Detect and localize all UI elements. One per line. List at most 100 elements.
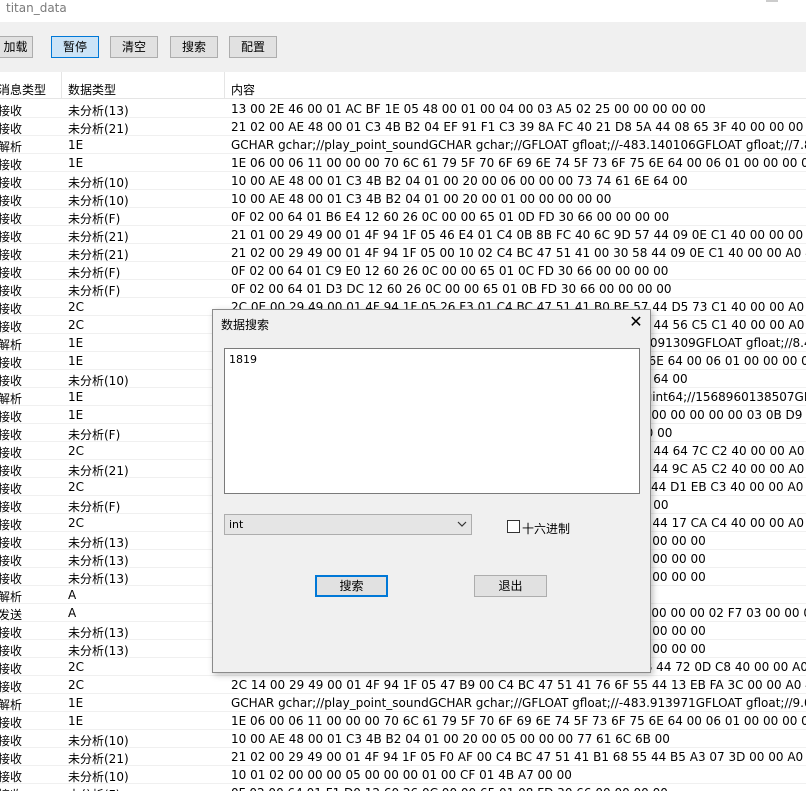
- data-type-cell: 1E: [68, 138, 84, 152]
- data-type-cell: 未分析(21): [68, 230, 129, 244]
- table-row[interactable]: 接收 1E 1E 06 00 06 11 00 00 00 70 6C 61 79 …: [0, 154, 806, 172]
- message-type-cell: 接收: [0, 626, 23, 640]
- table-row[interactable]: 解析 1E GCHAR gchar;//play_point_soundGCHAR …: [0, 136, 806, 154]
- data-type-cell: 2C: [68, 480, 85, 494]
- message-type-cell: 接收: [0, 374, 23, 388]
- content-cell: 2C 14 00 29 49 00 01 4F 94 1F 05 47 B9 0…: [231, 678, 806, 692]
- header-data-type[interactable]: 数据类型: [68, 81, 116, 98]
- window-title: titan_data: [6, 1, 67, 15]
- data-type-cell: 未分析(13): [68, 626, 129, 640]
- data-type-cell: 未分析(21): [68, 122, 129, 136]
- content-cell: 10 00 AE 48 00 01 C3 4B B2 04 01 00 20 0…: [231, 192, 612, 206]
- header-content[interactable]: 内容: [231, 81, 255, 98]
- data-type-cell: 未分析(10): [68, 194, 129, 208]
- data-type-cell: 未分析(13): [68, 644, 129, 658]
- hex-checkbox-label[interactable]: 十六进制: [522, 520, 570, 537]
- message-type-cell: 接收: [0, 212, 23, 226]
- data-type-cell: 未分析(F): [68, 786, 120, 791]
- content-cell: 0F 02 00 64 01 D3 DC 12 60 26 0C 00 00 6…: [231, 282, 672, 296]
- hex-checkbox[interactable]: [507, 520, 520, 533]
- data-type-cell: 2C: [68, 516, 85, 530]
- content-cell: 13 00 2E 46 00 01 AC BF 1E 05 48 00 01 0…: [231, 102, 706, 116]
- message-type-cell: 接收: [0, 194, 23, 208]
- message-type-cell: 发送: [0, 608, 23, 622]
- search-button[interactable]: 搜索: [170, 36, 218, 58]
- table-row[interactable]: 接收 未分析(21) 21 02 00 29 49 00 01 4F 94 1F 0…: [0, 748, 806, 766]
- message-type-cell: 接收: [0, 176, 23, 190]
- message-type-cell: 接收: [0, 716, 23, 730]
- table-row[interactable]: 接收 2C 2C 14 00 29 49 00 01 4F 94 1F 05 47 …: [0, 676, 806, 694]
- minimize-icon[interactable]: [766, 0, 780, 4]
- search-text-input[interactable]: [224, 348, 640, 494]
- config-button[interactable]: 配置: [229, 36, 277, 58]
- data-type-cell: 2C: [68, 678, 85, 692]
- table-row[interactable]: 接收 未分析(F) 0F 02 00 64 01 F1 D0 12 60 26 0C…: [0, 784, 806, 791]
- table-row[interactable]: 解析 1E GCHAR gchar;//play_point_soundGCHAR …: [0, 694, 806, 712]
- data-type-cell: 1E: [68, 714, 84, 728]
- data-type-cell: 未分析(13): [68, 572, 129, 586]
- dialog-search-button[interactable]: 搜索: [315, 575, 388, 597]
- content-cell: 1E 06 00 06 11 00 00 00 70 6C 61 79 5F 7…: [231, 714, 806, 728]
- chevron-down-icon: [457, 521, 467, 527]
- message-type-cell: 接收: [0, 104, 23, 118]
- content-cell: GCHAR gchar;//play_point_soundGCHAR gcha…: [231, 138, 806, 152]
- table-row[interactable]: 接收 未分析(10) 10 00 AE 48 00 01 C3 4B B2 04 0…: [0, 172, 806, 190]
- column-divider[interactable]: [224, 72, 225, 98]
- data-type-cell: 未分析(F): [68, 428, 121, 442]
- data-type-value: int: [229, 518, 244, 531]
- message-type-cell: 解析: [0, 338, 23, 352]
- message-type-cell: 解析: [0, 590, 23, 604]
- table-row[interactable]: 接收 未分析(21) 21 02 00 AE 48 00 01 C3 4B B2 0…: [0, 118, 806, 136]
- clear-button[interactable]: 清空: [110, 36, 158, 58]
- message-type-cell: 接收: [0, 536, 23, 550]
- table-row[interactable]: 接收 未分析(10) 10 00 AE 48 00 01 C3 4B B2 04 0…: [0, 730, 806, 748]
- message-type-cell: 接收: [0, 284, 23, 298]
- table-row[interactable]: 接收 未分析(21) 21 01 00 29 49 00 01 4F 94 1F 0…: [0, 226, 806, 244]
- message-type-cell: 接收: [0, 428, 23, 442]
- data-type-cell: 未分析(13): [68, 104, 129, 118]
- data-type-cell: 1E: [68, 696, 84, 710]
- message-type-cell: 接收: [0, 500, 23, 514]
- data-type-cell: 2C: [68, 444, 85, 458]
- table-row[interactable]: 接收 未分析(13) 13 00 2E 46 00 01 AC BF 1E 05 4…: [0, 100, 806, 118]
- message-type-cell: 接收: [0, 680, 23, 694]
- message-type-cell: 接收: [0, 410, 23, 424]
- message-type-cell: 接收: [0, 320, 23, 334]
- pause-button[interactable]: 暂停: [51, 36, 99, 58]
- data-type-cell: 2C: [68, 300, 85, 314]
- table-row[interactable]: 接收 未分析(21) 21 02 00 29 49 00 01 4F 94 1F 0…: [0, 244, 806, 262]
- header-message-type[interactable]: 消息类型: [0, 81, 46, 98]
- message-type-cell: 接收: [0, 122, 23, 136]
- message-type-cell: 接收: [0, 752, 23, 766]
- data-type-cell: 1E: [68, 336, 84, 350]
- content-cell: 21 02 00 29 49 00 01 4F 94 1F 05 00 10 0…: [231, 246, 806, 260]
- table-row[interactable]: 接收 未分析(10) 10 01 02 00 00 00 05 00 00 00 0…: [0, 766, 806, 784]
- content-cell: 0F 02 00 64 01 B6 E4 12 60 26 0C 00 00 6…: [231, 210, 670, 224]
- load-button[interactable]: 加载: [0, 36, 33, 58]
- data-type-cell: 未分析(F): [68, 266, 121, 280]
- data-type-select[interactable]: int: [224, 514, 472, 535]
- table-row[interactable]: 接收 未分析(F) 0F 02 00 64 01 C9 E0 12 60 26 0C…: [0, 262, 806, 280]
- content-cell: 21 02 00 AE 48 00 01 C3 4B B2 04 EF 91 F…: [231, 120, 806, 134]
- table-row[interactable]: 接收 未分析(10) 10 00 AE 48 00 01 C3 4B B2 04 0…: [0, 190, 806, 208]
- message-type-cell: 解析: [0, 698, 23, 712]
- content-cell: 0F 02 00 64 01 F1 D0 12 60 26 0C 00 00 6…: [231, 786, 668, 791]
- data-type-cell: 1E: [68, 156, 84, 170]
- message-type-cell: 接收: [0, 572, 23, 586]
- column-divider[interactable]: [61, 72, 62, 98]
- table-row[interactable]: 接收 未分析(F) 0F 02 00 64 01 B6 E4 12 60 26 0C…: [0, 208, 806, 226]
- data-type-cell: A: [68, 606, 77, 620]
- data-type-cell: 未分析(F): [68, 212, 121, 226]
- close-icon[interactable]: ✕: [622, 311, 650, 335]
- dialog-title: 数据搜索: [221, 318, 270, 332]
- message-type-cell: 接收: [0, 482, 23, 496]
- table-row[interactable]: 接收 1E 1E 06 00 06 11 00 00 00 70 6C 61 79 …: [0, 712, 806, 730]
- data-type-cell: 2C: [68, 318, 85, 332]
- message-type-cell: 接收: [0, 158, 23, 172]
- content-cell: GCHAR gchar;//play_point_soundGCHAR gcha…: [231, 696, 806, 710]
- table-row[interactable]: 接收 未分析(F) 0F 02 00 64 01 D3 DC 12 60 26 0C…: [0, 280, 806, 298]
- dialog-exit-button[interactable]: 退出: [474, 575, 547, 597]
- data-type-cell: 未分析(F): [68, 500, 121, 514]
- data-type-cell: 未分析(F): [68, 284, 121, 298]
- data-type-cell: A: [68, 588, 77, 602]
